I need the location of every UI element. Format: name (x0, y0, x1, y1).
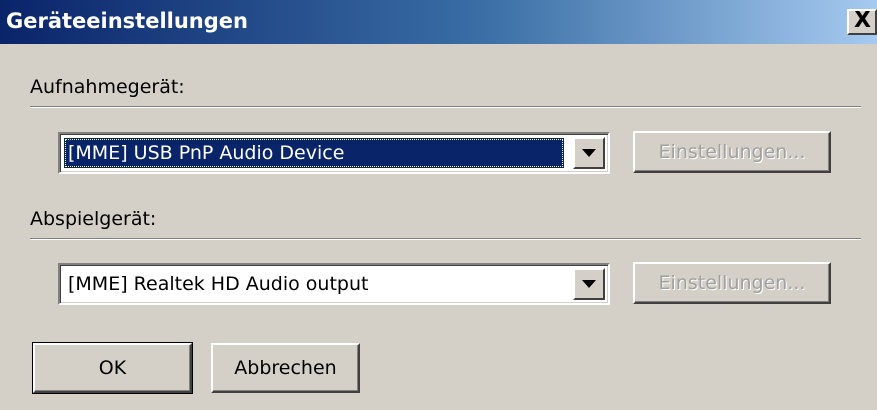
title-bar[interactable]: Geräteeinstellungen X (0, 0, 877, 44)
playback-separator (30, 238, 861, 240)
chevron-down-icon[interactable] (573, 137, 605, 169)
playback-device-label: Abspielgerät: (30, 208, 157, 230)
ok-button[interactable]: OK (32, 342, 193, 394)
device-settings-dialog: Geräteeinstellungen X Aufnahmegerät: [MM… (0, 0, 877, 410)
close-icon: X (854, 9, 871, 33)
playback-settings-button[interactable]: Einstellungen... (633, 262, 831, 304)
close-button[interactable]: X (847, 9, 877, 35)
playback-device-value: [MME] Realtek HD Audio output (68, 273, 369, 295)
recording-device-value: [MME] USB PnP Audio Device (64, 138, 564, 168)
window-title: Geräteeinstellungen (6, 9, 248, 33)
chevron-down-icon[interactable] (573, 268, 605, 300)
recording-device-select[interactable]: [MME] USB PnP Audio Device (58, 132, 610, 174)
recording-settings-button[interactable]: Einstellungen... (633, 131, 831, 173)
recording-device-label: Aufnahmegerät: (30, 76, 185, 98)
cancel-button[interactable]: Abbrechen (211, 343, 360, 393)
recording-separator (30, 106, 861, 108)
playback-device-select[interactable]: [MME] Realtek HD Audio output (58, 263, 610, 305)
